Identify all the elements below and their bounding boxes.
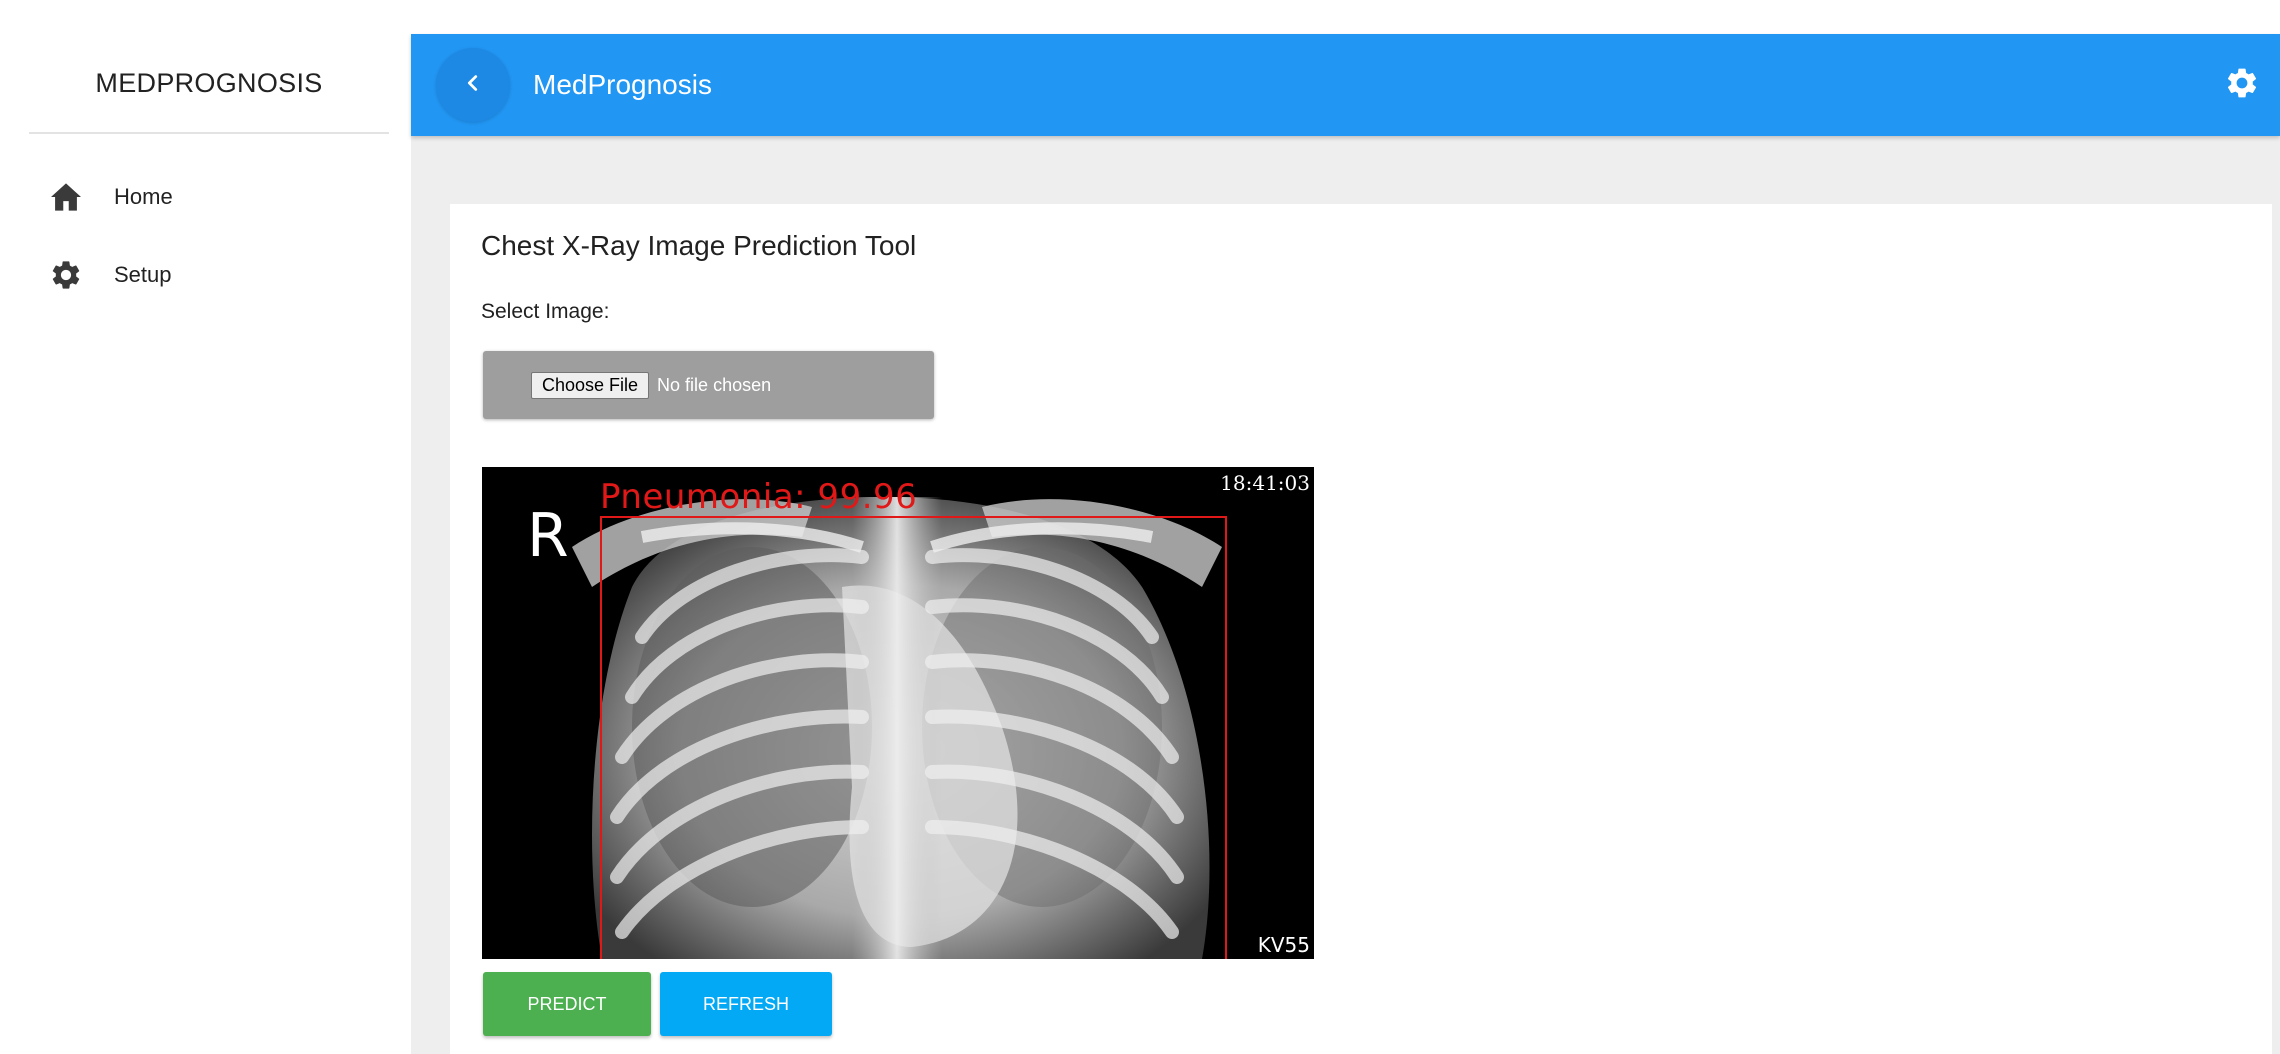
sidebar-item-label: Home (114, 184, 173, 209)
predict-button[interactable]: PREDICT (483, 972, 651, 1036)
sidebar-item-label: Setup (114, 262, 172, 287)
select-image-label: Select Image: (481, 300, 610, 323)
sidebar-item-home[interactable]: Home (44, 167, 384, 227)
app-bar: MedPrognosis (411, 34, 2280, 136)
sidebar-brand: MEDPROGNOSIS (29, 34, 389, 134)
file-status: No file chosen (657, 374, 772, 395)
settings-button[interactable] (2220, 63, 2264, 107)
xray-timestamp: 18:41:03 (1220, 471, 1310, 495)
sidebar: MEDPROGNOSIS Home Setup (0, 0, 411, 1054)
xray-side-marker: R (527, 501, 569, 571)
xray-corner-label: KV55 (1257, 933, 1310, 957)
chevron-left-icon (462, 72, 484, 99)
refresh-button[interactable]: REFRESH (660, 972, 832, 1036)
file-input[interactable]: Choose File No file chosen (483, 351, 934, 419)
app-title: MedPrognosis (533, 69, 712, 100)
gear-icon (44, 253, 88, 297)
prediction-bounding-box (600, 516, 1227, 959)
choose-file-button[interactable]: Choose File (531, 371, 650, 399)
sidebar-item-setup[interactable]: Setup (44, 245, 384, 305)
back-button[interactable] (436, 48, 510, 122)
home-icon (44, 175, 88, 219)
xray-image: Pneumonia: 99.96 18:41:03 R KV55 (482, 467, 1314, 959)
card-title: Chest X-Ray Image Prediction Tool (481, 230, 917, 261)
prediction-card: Chest X-Ray Image Prediction Tool Select… (450, 204, 2272, 1054)
gear-icon (2224, 65, 2260, 106)
prediction-label: Pneumonia: 99.96 (600, 477, 918, 517)
